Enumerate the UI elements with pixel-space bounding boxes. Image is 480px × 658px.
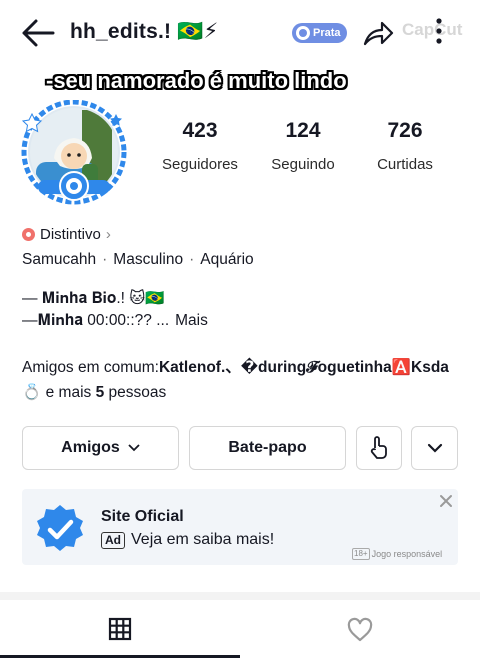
ad-disclaimer-text: Jogo responsável xyxy=(371,549,443,559)
likes-label: Curtidas xyxy=(377,156,433,173)
more-actions-button[interactable] xyxy=(411,426,458,470)
share-profile-button[interactable] xyxy=(356,426,402,470)
mutual-suffix-2: pessoas xyxy=(104,384,167,401)
profile-gender: Masculino xyxy=(113,251,184,268)
chat-button[interactable]: Bate-papo xyxy=(189,426,346,470)
age-rating: 18+ xyxy=(352,548,370,560)
profile-name: Samucahh xyxy=(22,251,97,268)
profile-stats: 423 Seguidores 124 Seguindo 726 Curtidas xyxy=(0,118,480,178)
bio-line-1: — 𝐌𝐢𝐧𝐡𝐚 𝐁𝐢𝐨.! 🐱🇧🇷 xyxy=(22,290,165,307)
tab-liked[interactable] xyxy=(240,600,480,658)
profile-username: hh_edits.! 🇧🇷⚡ xyxy=(70,20,219,43)
verified-badge-icon xyxy=(37,505,83,551)
content-tab-bar xyxy=(0,600,480,658)
badge-label: Distintivo xyxy=(40,226,101,243)
badge-icon xyxy=(22,228,35,241)
ad-tag: Ad xyxy=(101,531,125,549)
grid-icon xyxy=(108,617,132,641)
mutual-suffix-1: e mais xyxy=(41,384,96,401)
chat-button-label: Bate-papo xyxy=(228,439,307,456)
tier-badge[interactable]: Prata xyxy=(292,23,347,43)
share-icon[interactable] xyxy=(362,18,394,48)
tier-badge-label: Prata xyxy=(313,27,341,39)
close-icon[interactable] xyxy=(438,493,454,509)
followers-stat[interactable]: 423 Seguidores xyxy=(145,118,255,173)
mutual-count: 5 xyxy=(95,384,105,401)
bio-line-2-text: —𝐌𝐢𝐧𝐡𝐚 00:00::?? ... xyxy=(22,312,170,329)
chevron-down-icon xyxy=(427,443,442,453)
heart-icon xyxy=(347,617,373,642)
following-label: Seguindo xyxy=(271,156,335,173)
profile-info-line: Samucahh · Masculino · Aquário xyxy=(22,251,254,268)
mutual-friends[interactable]: Amigos em comum:Katlenof.、�during𝓕ogueti… xyxy=(22,355,462,405)
overlay-caption: -seu namorado é muito lindo xyxy=(46,68,347,93)
back-arrow-icon[interactable] xyxy=(20,18,56,48)
likes-count: 726 xyxy=(387,119,423,142)
friends-button-label: Amigos xyxy=(61,439,120,456)
bio-more-link[interactable]: Mais xyxy=(175,312,208,329)
ad-disclaimer: 18+ Jogo responsável xyxy=(352,548,442,560)
watermark-text: CapCut xyxy=(402,20,463,39)
tier-icon xyxy=(296,26,310,40)
ad-subtitle: Veja em saiba mais! xyxy=(131,531,275,548)
ad-title[interactable]: Site Oficial xyxy=(101,508,184,526)
tab-videos[interactable] xyxy=(0,600,240,658)
section-divider xyxy=(0,592,480,600)
chevron-right-icon: › xyxy=(105,226,111,243)
following-stat[interactable]: 124 Seguindo xyxy=(248,118,358,173)
bio-line-2: —𝐌𝐢𝐧𝐡𝐚 00:00::?? ... Mais xyxy=(22,312,208,330)
likes-stat[interactable]: 726 Curtidas xyxy=(350,118,460,173)
profile-sign: Aquário xyxy=(200,251,254,268)
top-bar: hh_edits.! 🇧🇷⚡ Prata CapCut xyxy=(0,0,480,64)
badge-row[interactable]: Distintivo › xyxy=(22,226,111,243)
followers-count: 423 xyxy=(182,119,218,142)
mutual-prefix: Amigos em comum: xyxy=(22,359,159,376)
chevron-down-icon xyxy=(128,444,140,452)
followers-label: Seguidores xyxy=(162,156,238,173)
more-options-icon[interactable] xyxy=(434,16,444,46)
following-count: 124 xyxy=(285,119,321,142)
ad-subtitle-row: Ad Veja em saiba mais! xyxy=(101,531,274,549)
hand-pointer-icon xyxy=(370,436,387,459)
friends-button[interactable]: Amigos xyxy=(22,426,179,470)
